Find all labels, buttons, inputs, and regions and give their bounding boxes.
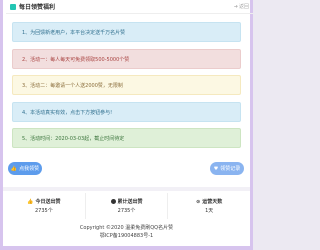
back-arrow-icon: ➜ bbox=[233, 3, 238, 10]
get-likes-button[interactable]: 👍 点我领赞 bbox=[8, 162, 42, 175]
heart-icon: ♥ bbox=[213, 165, 219, 172]
stat-today-label-row: 👍 今日送出赞 bbox=[27, 198, 61, 206]
clock-icon: ⊙ bbox=[196, 198, 201, 205]
get-likes-label: 点我领赞 bbox=[19, 166, 40, 172]
stat-days: ⊙ 运营天数 1天 bbox=[167, 193, 250, 219]
thumb-icon: 👍 bbox=[27, 198, 34, 205]
stat-total-value: 2735个 bbox=[117, 208, 136, 214]
icp-link[interactable]: 鄂ICP备19004883号-1 bbox=[3, 232, 250, 240]
stat-days-label-row: ⊙ 运营天数 bbox=[196, 198, 223, 206]
back-button[interactable]: ➜ 返回 bbox=[233, 3, 249, 11]
page-title: 每日领赞福利 bbox=[19, 4, 56, 11]
notice-2: 2、活动一：每人每天可免费领取500-5000个赞 bbox=[12, 49, 241, 69]
footer: Copyright ©2020 温柔免费刷QQ名片赞 鄂ICP备19004883… bbox=[3, 224, 250, 240]
bottom-strip bbox=[0, 246, 253, 250]
stat-total-label: 累计送出赞 bbox=[117, 199, 143, 205]
chart-icon bbox=[110, 199, 116, 204]
stat-today-value: 2735个 bbox=[34, 208, 53, 214]
stat-today-label: 今日送出赞 bbox=[35, 199, 61, 205]
notice-5: 5、活动时间：2020-03-03起，截止时间待定 bbox=[12, 128, 241, 148]
copyright-text: Copyright ©2020 温柔免费刷QQ名片赞 bbox=[79, 225, 174, 231]
stat-days-value: 1天 bbox=[205, 208, 214, 214]
stat-total-label-row: 累计送出赞 bbox=[110, 198, 143, 205]
back-label: 返回 bbox=[238, 4, 249, 10]
home-icon bbox=[10, 3, 16, 10]
likes-log-label: 领赞记录 bbox=[220, 166, 241, 172]
stat-today: 👍 今日送出赞 2735个 bbox=[3, 193, 85, 219]
stats-bar: 👍 今日送出赞 2735个 累计送出赞 2735个 ⊙ 运营天数 1天 bbox=[3, 193, 250, 219]
header-left: 每日领赞福利 bbox=[10, 2, 55, 11]
section-divider bbox=[3, 187, 250, 191]
thumb-up-icon: 👍 bbox=[10, 165, 18, 172]
notice-4: 4、本活动真实有效，点击下方按钮参与! bbox=[12, 102, 241, 122]
likes-log-button[interactable]: ♥ 领赞记录 bbox=[210, 162, 244, 175]
stat-total: 累计送出赞 2735个 bbox=[84, 193, 168, 219]
page-header: 每日领赞福利 ➜ 返回 bbox=[6, 0, 253, 14]
stat-days-label: 运营天数 bbox=[202, 199, 223, 205]
notice-1: 1、为回馈新老用户，本平台决定送千万名片赞 bbox=[12, 22, 241, 42]
notice-3: 3、活动二：每邀请一个人送2000赞，无限制 bbox=[12, 75, 241, 95]
